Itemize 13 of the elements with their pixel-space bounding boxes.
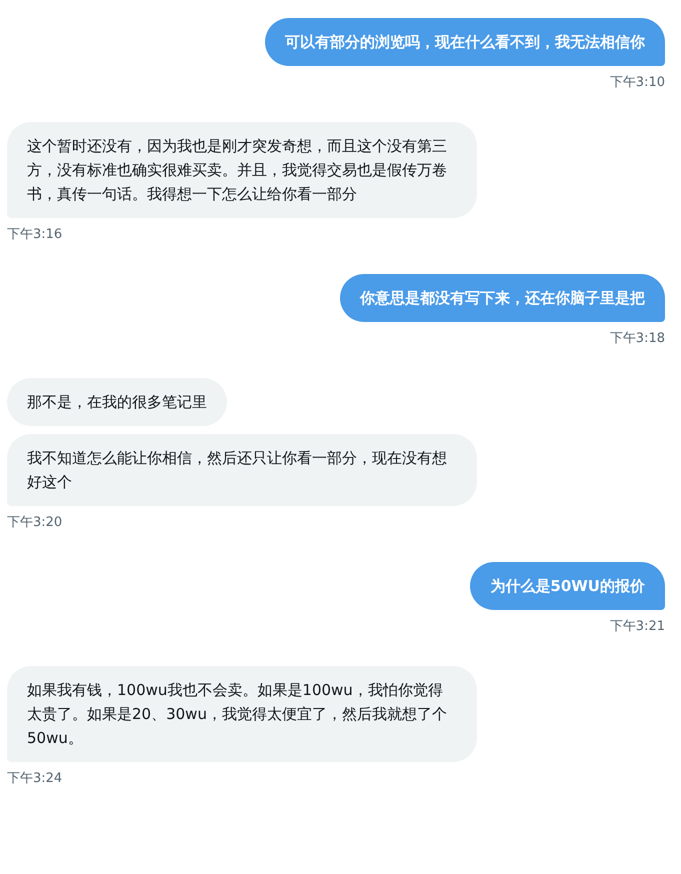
received-message: 这个暂时还没有，因为我也是刚才突发奇想，而且这个没有第三方，没有标准也确实很难买卖。并且，我觉得交易也是假传万卷书，真传一句话。我得想一下怎么让给你看一部分 [7, 122, 477, 218]
message-time: 下午3:10 [610, 74, 665, 91]
sent-message: 可以有部分的浏览吗，现在什么看不到，我无法相信你 [265, 18, 665, 66]
message-time: 下午3:21 [610, 618, 665, 635]
message-time: 下午3:20 [7, 514, 62, 531]
message-time: 下午3:16 [7, 226, 62, 243]
sent-message: 为什么是50WU的报价 [470, 562, 665, 610]
received-message: 我不知道怎么能让你相信，然后还只让你看一部分，现在没有想好这个 [7, 434, 477, 506]
received-message: 如果我有钱，100wu我也不会卖。如果是100wu，我怕你觉得太贵了。如果是20、30wu，我觉得太便宜了，然后我就想了个50wu。 [7, 666, 477, 762]
message-time: 下午3:18 [610, 330, 665, 347]
received-message: 那不是，在我的很多笔记里 [7, 378, 227, 426]
sent-message: 你意思是都没有写下来，还在你脑子里是把 [340, 274, 665, 322]
message-time: 下午3:24 [7, 770, 62, 787]
